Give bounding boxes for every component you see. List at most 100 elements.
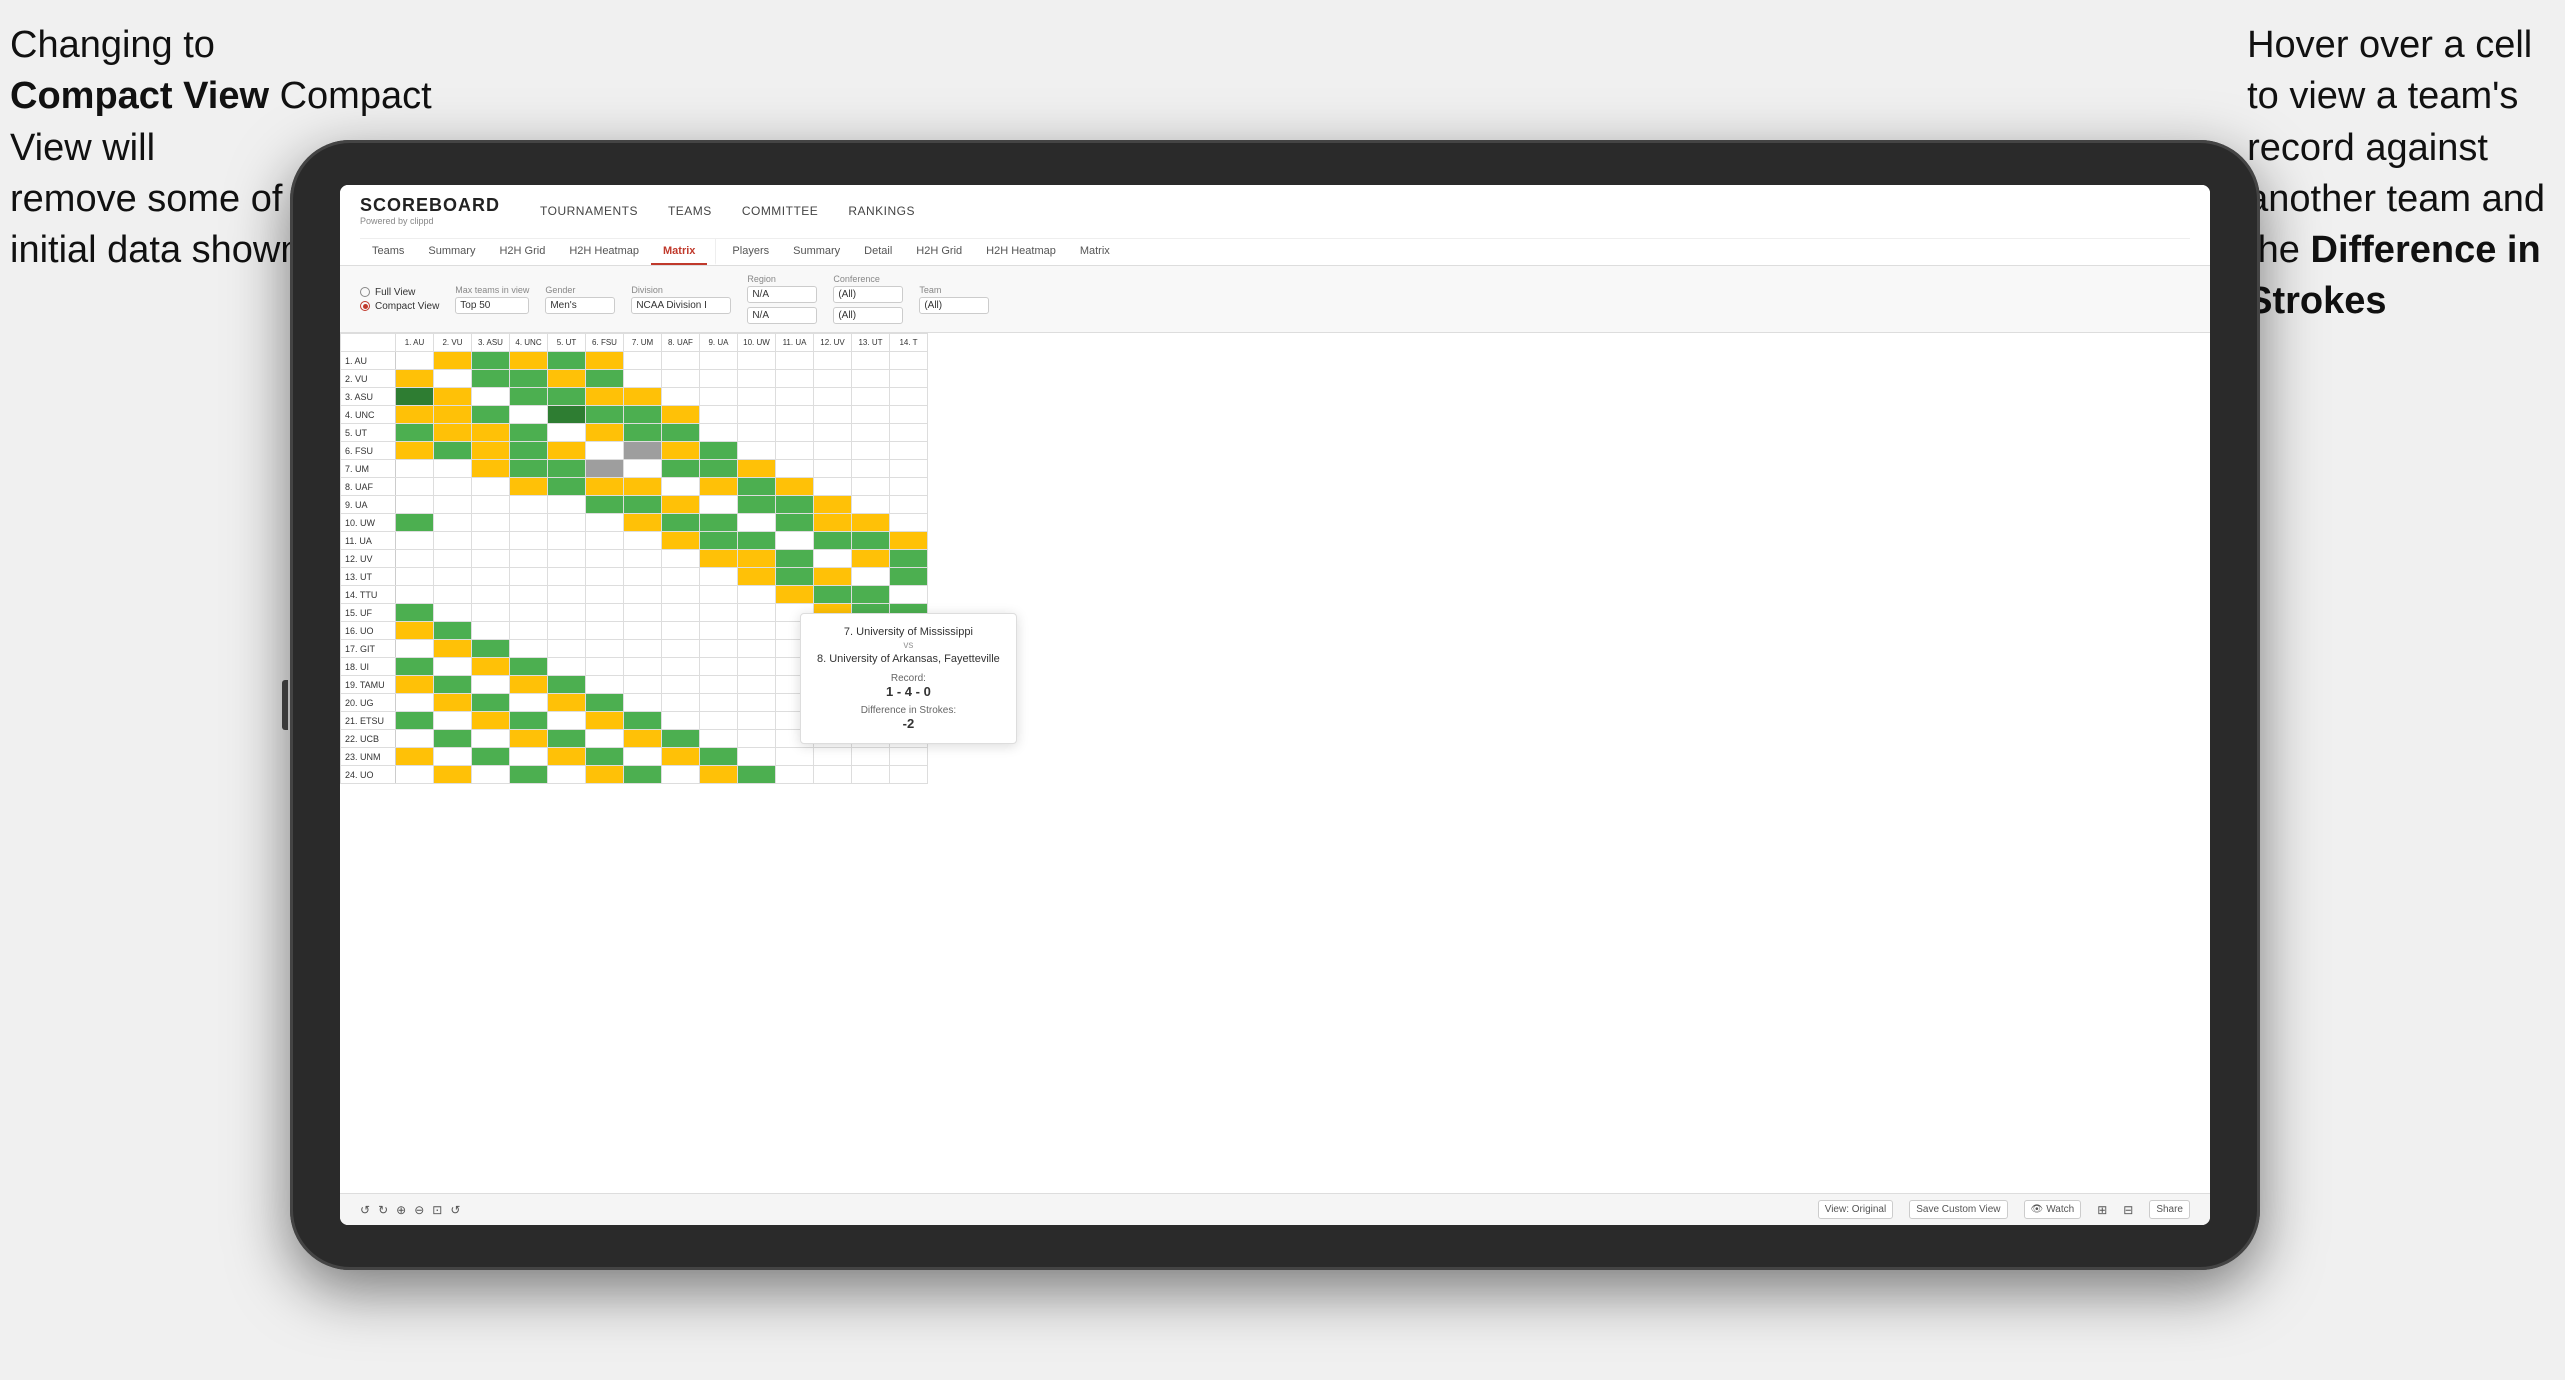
matrix-cell[interactable] — [738, 748, 776, 766]
matrix-cell[interactable] — [548, 460, 586, 478]
max-teams-select[interactable]: Top 50 — [455, 297, 529, 314]
tab-h2h-grid2[interactable]: H2H Grid — [904, 239, 974, 265]
matrix-cell[interactable] — [472, 640, 510, 658]
matrix-cell[interactable] — [700, 640, 738, 658]
nav-tournaments[interactable]: TOURNAMENTS — [540, 204, 638, 218]
matrix-cell[interactable] — [776, 748, 814, 766]
matrix-cell[interactable] — [434, 766, 472, 784]
matrix-cell[interactable] — [472, 658, 510, 676]
matrix-cell[interactable] — [510, 748, 548, 766]
matrix-cell[interactable] — [624, 352, 662, 370]
matrix-cell[interactable] — [776, 424, 814, 442]
matrix-cell[interactable] — [662, 352, 700, 370]
matrix-cell[interactable] — [548, 514, 586, 532]
matrix-cell[interactable] — [548, 550, 586, 568]
matrix-cell[interactable] — [510, 712, 548, 730]
matrix-cell[interactable] — [472, 388, 510, 406]
matrix-cell[interactable] — [472, 694, 510, 712]
matrix-cell[interactable] — [814, 514, 852, 532]
matrix-cell[interactable] — [510, 442, 548, 460]
nav-committee[interactable]: COMMITTEE — [742, 204, 819, 218]
save-custom-btn[interactable]: Save Custom View — [1909, 1200, 2007, 1219]
matrix-cell[interactable] — [510, 370, 548, 388]
tab-matrix2[interactable]: Matrix — [1068, 239, 1122, 265]
matrix-cell[interactable] — [472, 370, 510, 388]
matrix-cell[interactable] — [472, 496, 510, 514]
matrix-cell[interactable] — [662, 442, 700, 460]
matrix-cell[interactable] — [586, 478, 624, 496]
matrix-cell[interactable] — [548, 622, 586, 640]
nav-teams[interactable]: TEAMS — [668, 204, 712, 218]
matrix-cell[interactable] — [510, 586, 548, 604]
matrix-cell[interactable] — [434, 748, 472, 766]
matrix-cell[interactable] — [738, 766, 776, 784]
matrix-cell[interactable] — [396, 748, 434, 766]
matrix-cell[interactable] — [586, 766, 624, 784]
matrix-cell[interactable] — [700, 676, 738, 694]
matrix-cell[interactable] — [814, 424, 852, 442]
matrix-cell[interactable] — [890, 370, 928, 388]
region-select2[interactable]: N/A — [747, 307, 817, 324]
tab-teams[interactable]: Teams — [360, 239, 416, 265]
matrix-cell[interactable] — [738, 712, 776, 730]
matrix-cell[interactable] — [814, 370, 852, 388]
matrix-cell[interactable] — [510, 604, 548, 622]
matrix-cell[interactable] — [548, 442, 586, 460]
tool-icon2[interactable]: ⊖ — [414, 1203, 424, 1217]
matrix-cell[interactable] — [852, 406, 890, 424]
matrix-cell[interactable] — [472, 748, 510, 766]
matrix-cell[interactable] — [396, 442, 434, 460]
matrix-cell[interactable] — [700, 658, 738, 676]
matrix-cell[interactable] — [624, 442, 662, 460]
matrix-cell[interactable] — [396, 460, 434, 478]
matrix-cell[interactable] — [890, 568, 928, 586]
matrix-cell[interactable] — [738, 478, 776, 496]
matrix-cell[interactable] — [814, 766, 852, 784]
matrix-cell[interactable] — [548, 424, 586, 442]
matrix-cell[interactable] — [624, 370, 662, 388]
matrix-cell[interactable] — [510, 640, 548, 658]
matrix-cell[interactable] — [890, 388, 928, 406]
matrix-cell[interactable] — [700, 370, 738, 388]
matrix-cell[interactable] — [586, 532, 624, 550]
matrix-cell[interactable] — [472, 730, 510, 748]
matrix-cell[interactable] — [662, 406, 700, 424]
matrix-cell[interactable] — [738, 622, 776, 640]
matrix-cell[interactable] — [814, 496, 852, 514]
matrix-cell[interactable] — [662, 496, 700, 514]
matrix-cell[interactable] — [624, 424, 662, 442]
matrix-cell[interactable] — [738, 550, 776, 568]
matrix-cell[interactable] — [548, 730, 586, 748]
matrix-cell[interactable] — [396, 514, 434, 532]
matrix-cell[interactable] — [852, 478, 890, 496]
matrix-cell[interactable] — [396, 370, 434, 388]
matrix-cell[interactable] — [548, 496, 586, 514]
matrix-cell[interactable] — [548, 640, 586, 658]
conference-select2[interactable]: (All) — [833, 307, 903, 324]
matrix-cell[interactable] — [472, 586, 510, 604]
matrix-cell[interactable] — [852, 514, 890, 532]
matrix-cell[interactable] — [776, 532, 814, 550]
matrix-cell[interactable] — [700, 586, 738, 604]
matrix-cell[interactable] — [434, 550, 472, 568]
matrix-container[interactable]: 1. AU 2. VU 3. ASU 4. UNC 5. UT 6. FSU 7… — [340, 333, 2210, 1193]
matrix-cell[interactable] — [852, 370, 890, 388]
matrix-cell[interactable] — [814, 352, 852, 370]
matrix-cell[interactable] — [586, 568, 624, 586]
matrix-cell[interactable] — [700, 622, 738, 640]
matrix-cell[interactable] — [776, 442, 814, 460]
matrix-cell[interactable] — [700, 568, 738, 586]
matrix-cell[interactable] — [624, 604, 662, 622]
matrix-cell[interactable] — [434, 460, 472, 478]
matrix-cell[interactable] — [700, 478, 738, 496]
matrix-cell[interactable] — [510, 676, 548, 694]
matrix-cell[interactable] — [890, 514, 928, 532]
matrix-cell[interactable] — [434, 532, 472, 550]
matrix-cell[interactable] — [510, 406, 548, 424]
matrix-cell[interactable] — [852, 442, 890, 460]
matrix-cell[interactable] — [472, 712, 510, 730]
matrix-cell[interactable] — [662, 622, 700, 640]
matrix-cell[interactable] — [624, 748, 662, 766]
matrix-cell[interactable] — [396, 478, 434, 496]
matrix-cell[interactable] — [814, 748, 852, 766]
